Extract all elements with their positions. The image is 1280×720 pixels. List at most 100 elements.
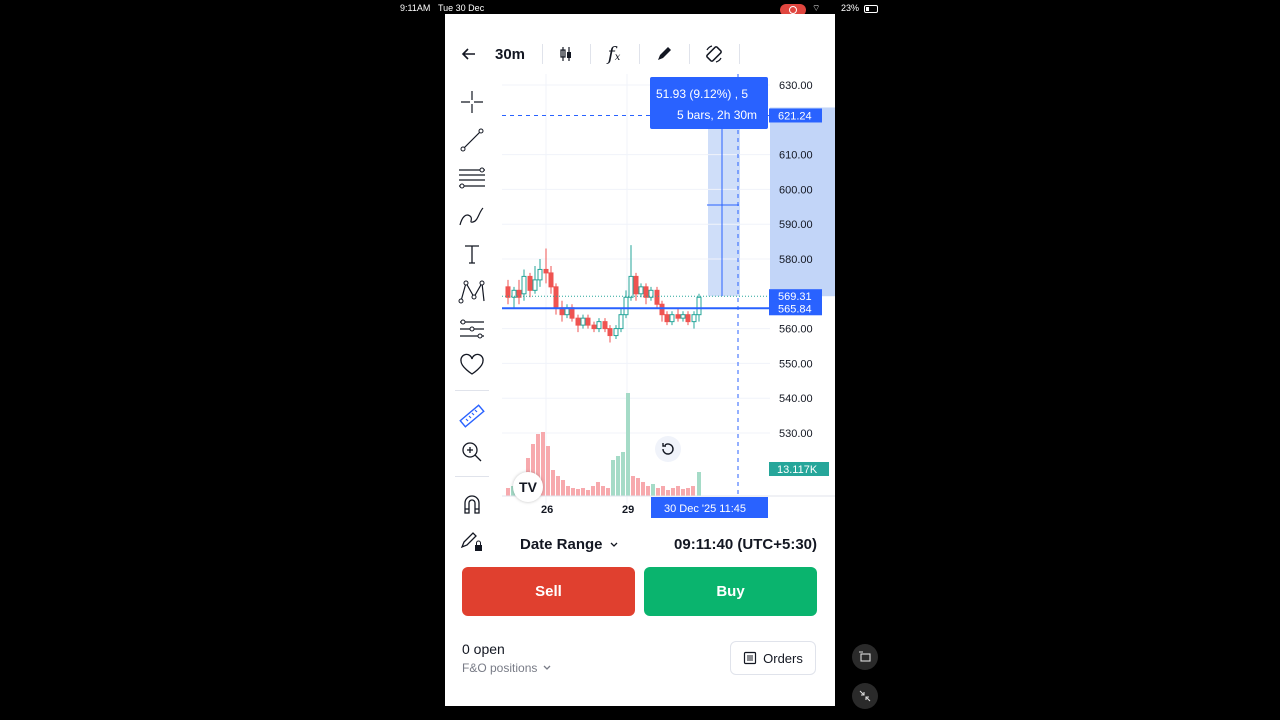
candle (685, 314, 691, 323)
candle (543, 268, 549, 274)
magnet-tool[interactable] (457, 489, 487, 519)
ruler-tool[interactable] (457, 401, 487, 431)
candle (548, 272, 554, 288)
candle (618, 314, 624, 330)
rotate-button[interactable] (701, 41, 727, 67)
y-tick-label: 540.00 (779, 393, 813, 405)
prediction-icon (460, 319, 484, 339)
candle (628, 275, 634, 298)
volume-bar (581, 488, 585, 496)
arrow-left-icon (461, 48, 475, 60)
indicators-button[interactable]: fx (601, 41, 627, 67)
interval-button[interactable]: 30m (492, 41, 528, 67)
date-range-button[interactable]: Date Range (520, 536, 619, 553)
volume-bar (631, 476, 635, 496)
text-tool[interactable] (457, 239, 487, 269)
volume-bar (656, 488, 660, 496)
volume-bar (636, 478, 640, 496)
y-tick-label: 560.00 (779, 324, 813, 336)
y-tick-label: 530.00 (779, 428, 813, 440)
candles-icon (560, 47, 571, 61)
volume-bar (576, 489, 580, 496)
volume-bar (611, 460, 615, 496)
candle (638, 286, 644, 295)
price-badge-label: 621.24 (778, 110, 812, 122)
crosshair-icon (461, 91, 483, 113)
fib-tool[interactable] (457, 163, 487, 193)
candle (623, 296, 629, 316)
fibonacci-icon (459, 167, 485, 189)
candle (602, 321, 608, 330)
chart-clock[interactable]: 09:11:40 (UTC+5:30) (674, 536, 817, 553)
volume-bar (686, 488, 690, 496)
candle (607, 328, 613, 337)
x-tick-label: 26 (541, 504, 553, 516)
trend-line-tool[interactable] (457, 125, 487, 155)
measure-tooltip-line1: 51.93 (9.12%) , 5 (656, 87, 748, 101)
candle (696, 296, 702, 316)
volume-bar (556, 476, 560, 496)
chevron-down-icon (610, 542, 617, 547)
volume-bar (561, 480, 565, 496)
picture-in-picture-icon (859, 651, 871, 662)
volume-bar (676, 486, 680, 496)
pattern-tool[interactable] (457, 277, 487, 307)
buy-button[interactable]: Buy (644, 567, 817, 616)
wifi-icon: ⌔ (812, 3, 821, 13)
brush-icon (459, 207, 484, 226)
price-chart[interactable]: 630.00 610.00 600.00 590.00 580.00 560.00 550.… (502, 74, 835, 529)
volume-bar (566, 486, 570, 496)
orders-label: Orders (763, 650, 803, 666)
y-tick-label: 600.00 (779, 184, 813, 196)
price-badge-label: 565.84 (778, 303, 812, 315)
volume-bar (571, 488, 575, 496)
fo-positions-dropdown[interactable]: F&O positions (462, 661, 552, 675)
volume-bar (506, 488, 510, 496)
drawing-toolbar (445, 84, 501, 564)
zoom-in-icon (462, 442, 482, 462)
back-button[interactable] (457, 41, 481, 67)
volume-bar (681, 489, 685, 496)
candle (654, 289, 660, 305)
candle (580, 317, 586, 326)
volume-bar (591, 486, 595, 496)
drawing-mode-button[interactable] (651, 41, 677, 67)
brush-tool[interactable] (457, 201, 487, 231)
measure-tooltip-line2: 5 bars, 2h 30m (677, 108, 757, 122)
heart-icon (460, 353, 484, 375)
time-badge-label: 30 Dec '25 11:45 (664, 503, 746, 515)
magnet-icon (464, 495, 480, 514)
date-range-label: Date Range (520, 536, 603, 553)
toolbar-divider (542, 44, 543, 64)
pencil-icon (658, 47, 671, 60)
pattern-icon (458, 280, 485, 304)
volume-bar (596, 482, 600, 496)
open-positions-count: 0 open (462, 641, 505, 657)
pip-button[interactable] (852, 644, 878, 670)
y-tick-label: 590.00 (779, 219, 813, 231)
candle (669, 314, 675, 323)
x-tick-label: 29 (622, 504, 634, 516)
zoom-tool[interactable] (457, 437, 487, 467)
candle (591, 324, 597, 330)
orders-button[interactable]: Orders (730, 641, 816, 675)
candle (675, 314, 681, 319)
status-time: 9:11AM (400, 3, 431, 13)
sell-button[interactable]: Sell (462, 567, 635, 616)
candle (575, 317, 581, 326)
rotate-screen-icon (706, 45, 722, 63)
chart-type-button[interactable] (553, 41, 579, 67)
volume-bar (641, 482, 645, 496)
favorites-tool[interactable] (457, 350, 487, 380)
minimize-button[interactable] (852, 683, 878, 709)
volume-bar (606, 488, 610, 496)
toolbar-divider (639, 44, 640, 64)
candle (521, 275, 527, 295)
volume-bar (691, 486, 695, 496)
reset-chart-button[interactable] (655, 436, 681, 462)
candle (532, 279, 538, 291)
candle (569, 307, 575, 319)
crosshair-tool[interactable] (457, 87, 487, 117)
prediction-tool[interactable] (457, 315, 487, 345)
candle (691, 314, 697, 323)
